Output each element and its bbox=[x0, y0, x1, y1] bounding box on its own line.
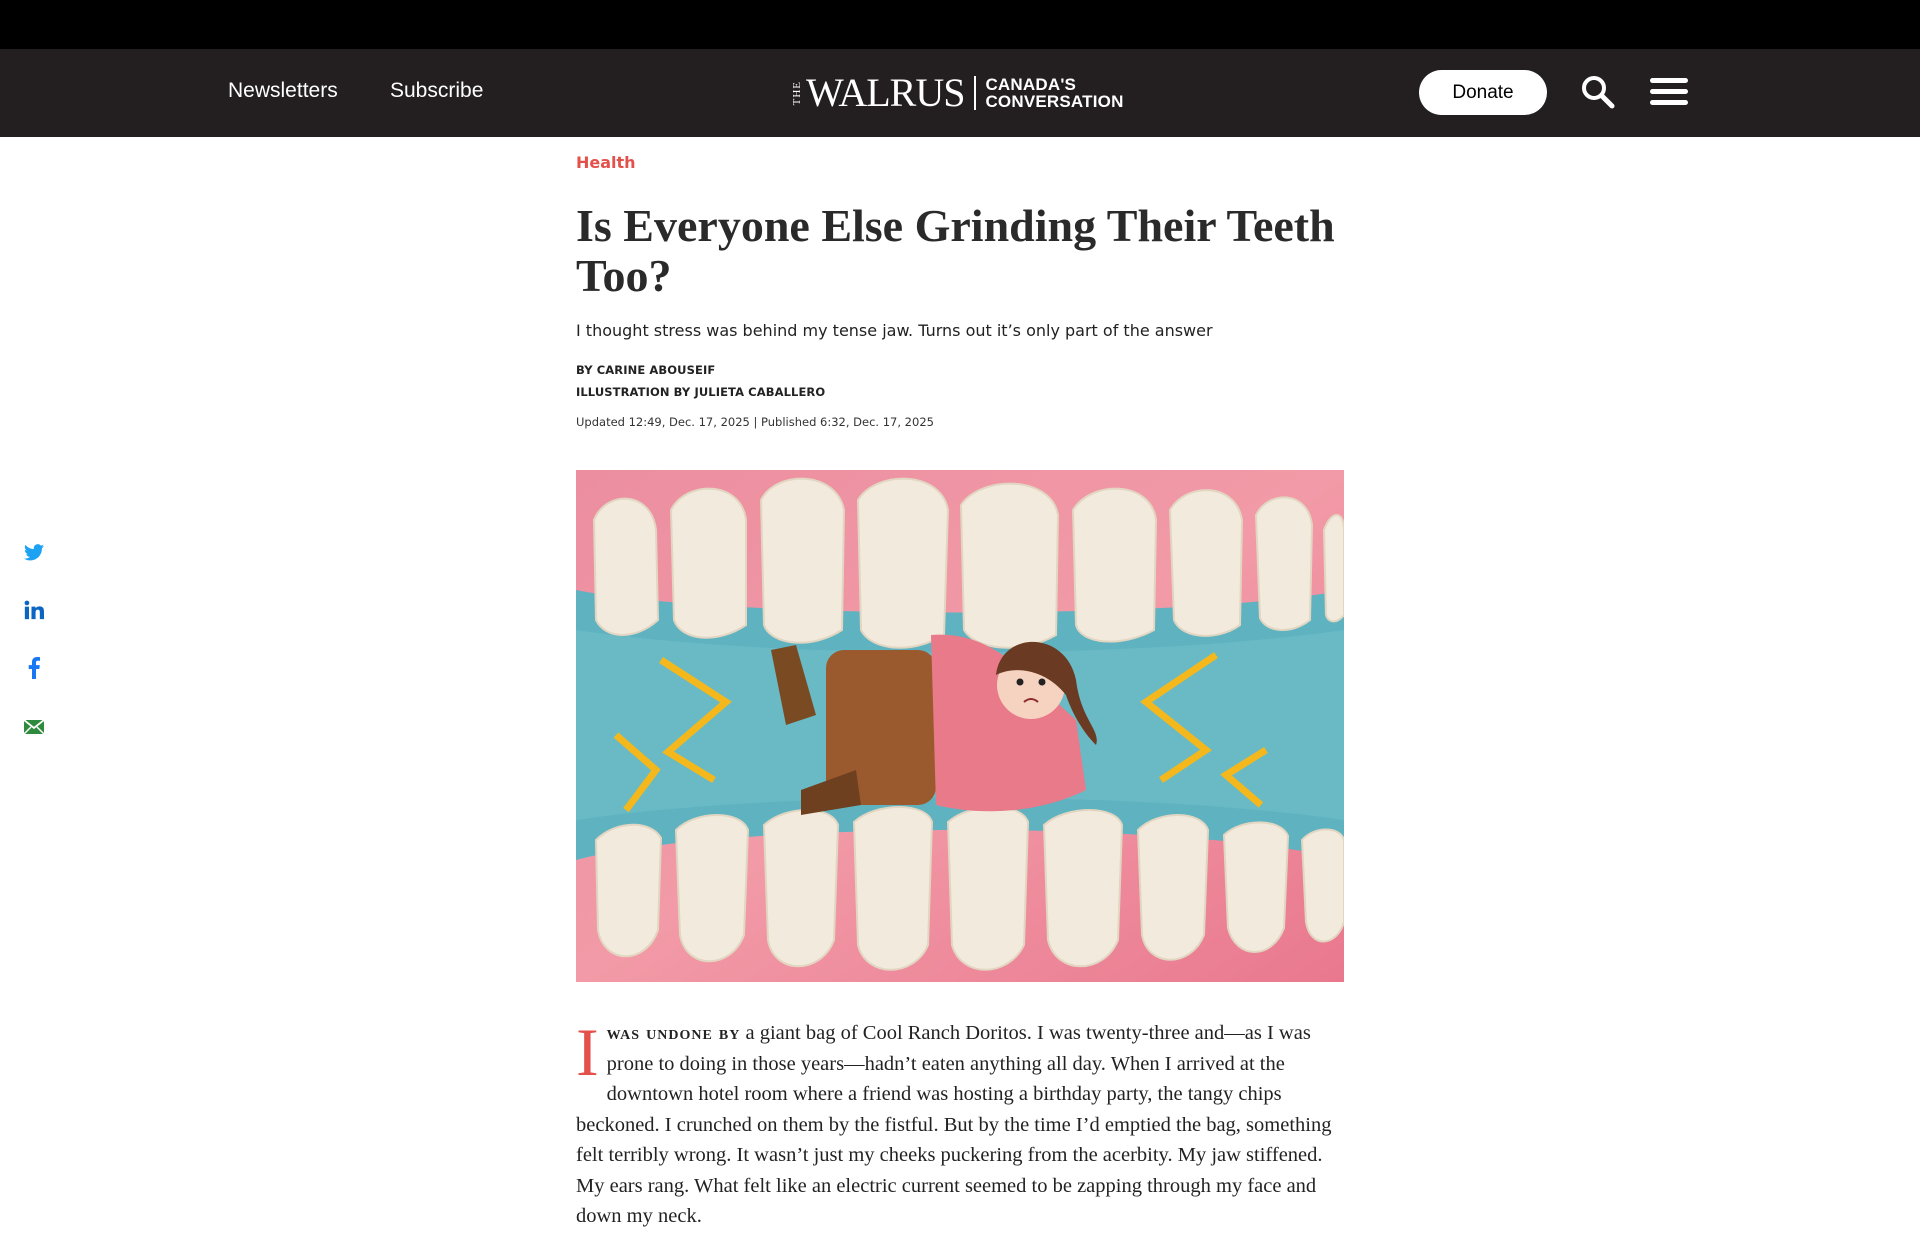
author-byline[interactable]: BY CARINE ABOUSEIF bbox=[576, 363, 715, 377]
donate-button[interactable]: Donate bbox=[1419, 70, 1547, 115]
browser-top-bar bbox=[0, 0, 1920, 49]
article-headline: Is Everyone Else Grinding Their Teeth To… bbox=[576, 200, 1335, 301]
search-button[interactable] bbox=[1580, 74, 1616, 110]
linkedin-icon bbox=[24, 600, 44, 620]
hero-illustration bbox=[576, 470, 1345, 982]
lead-in-text: was undone by bbox=[606, 1022, 741, 1044]
share-email-button[interactable] bbox=[20, 713, 48, 741]
facebook-icon bbox=[28, 657, 40, 679]
site-logo[interactable]: THE WALRUS CANADA'S CONVERSATION bbox=[791, 70, 1124, 115]
illustration-credit[interactable]: ILLUSTRATION BY JULIETA CABALLERO bbox=[576, 385, 825, 399]
teeth-illustration bbox=[576, 470, 1345, 982]
twitter-icon bbox=[24, 543, 44, 560]
logo-divider bbox=[974, 76, 977, 110]
search-icon bbox=[1582, 76, 1615, 109]
hamburger-menu-icon bbox=[1650, 78, 1688, 83]
hamburger-menu-icon-bar bbox=[1650, 100, 1688, 105]
article-dek: I thought stress was behind my tense jaw… bbox=[576, 321, 1213, 340]
share-linkedin-button[interactable] bbox=[20, 596, 48, 624]
article-body-paragraph: Iwas undone by a giant bag of Cool Ranch… bbox=[576, 1018, 1344, 1232]
newsletters-link[interactable]: Newsletters bbox=[228, 79, 338, 103]
category-link[interactable]: Health bbox=[576, 153, 636, 172]
logo-the-text: THE bbox=[791, 80, 803, 106]
body-text: a giant bag of Cool Ranch Doritos. I was… bbox=[576, 1022, 1332, 1227]
hamburger-menu-button[interactable] bbox=[1650, 78, 1688, 108]
logo-tagline: CANADA'S CONVERSATION bbox=[985, 76, 1123, 110]
article-dates: Updated 12:49, Dec. 17, 2025 | Published… bbox=[576, 415, 934, 429]
subscribe-link[interactable]: Subscribe bbox=[390, 79, 483, 103]
share-facebook-button[interactable] bbox=[20, 654, 48, 682]
email-icon bbox=[24, 720, 44, 734]
site-header: Newsletters Subscribe THE WALRUS CANADA'… bbox=[0, 49, 1920, 137]
logo-walrus-text: WALRUS bbox=[806, 70, 965, 115]
hamburger-menu-icon-bar bbox=[1650, 89, 1688, 94]
drop-cap: I bbox=[576, 1014, 599, 1090]
logo-tagline-line2: CONVERSATION bbox=[985, 92, 1124, 111]
share-twitter-button[interactable] bbox=[20, 538, 48, 566]
